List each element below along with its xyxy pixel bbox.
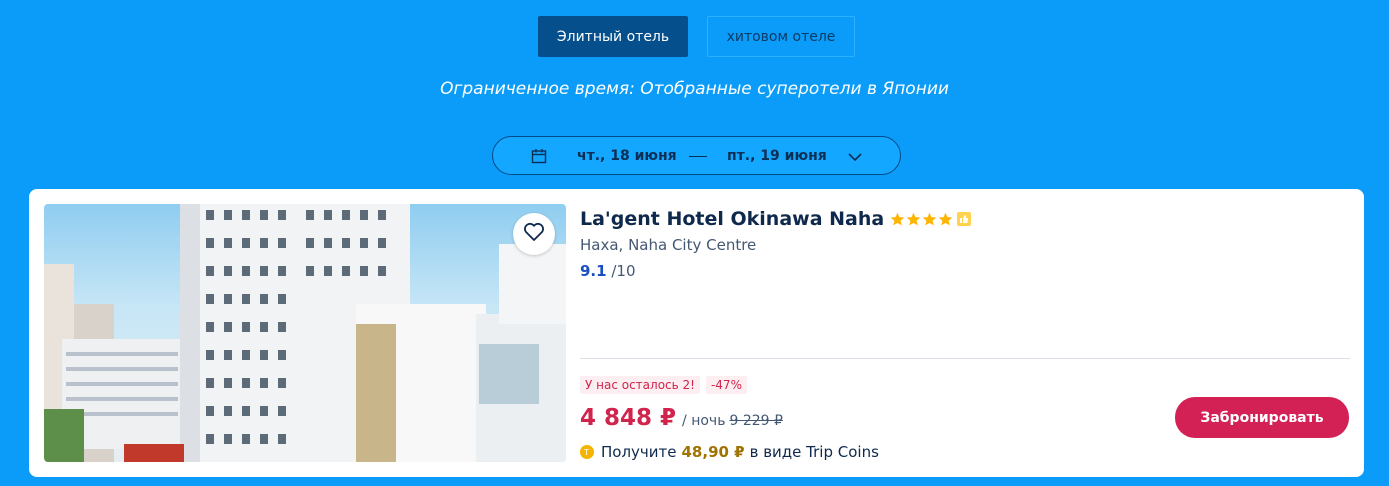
hotel-card: La'gent Hotel Okinawa Naha Наха, Naha Ci… (29, 189, 1364, 477)
hotel-type-tabs: Элитный отель хитовом отеле (0, 16, 1389, 58)
promo-subtitle: Ограниченное время: Отобранные суперотел… (440, 79, 949, 99)
star-icon (907, 212, 921, 226)
coin-icon: T (580, 445, 594, 459)
star-icon (923, 212, 937, 226)
coins-prefix: Получите (601, 443, 677, 461)
coins-suffix: в виде Trip Coins (749, 443, 879, 461)
hotel-rating: 9.1 /10 (580, 262, 1350, 280)
date-separator (689, 156, 707, 157)
svg-text:T: T (583, 448, 589, 456)
hotel-name[interactable]: La'gent Hotel Okinawa Naha (580, 208, 884, 230)
hotel-location: Наха, Naha City Centre (580, 236, 757, 254)
per-night-label: / ночь (682, 413, 726, 429)
rooms-left-badge: У нас осталось 2! (580, 376, 700, 394)
discount-badge: -47% (705, 376, 747, 394)
coins-amount: 48,90 ₽ (681, 443, 745, 461)
rating-max: /10 (611, 262, 636, 280)
checkout-date: пт., 19 июня (727, 148, 827, 164)
rating-score: 9.1 (580, 262, 607, 280)
current-price: 4 848 ₽ (580, 405, 677, 431)
tab-elite-hotel[interactable]: Элитный отель (538, 16, 688, 57)
divider (580, 358, 1350, 359)
star-icon (939, 212, 953, 226)
offer-tags: У нас осталось 2! -47% (580, 376, 747, 394)
hotel-photo[interactable] (44, 204, 566, 462)
price-row: 4 848 ₽ / ночь 9 229 ₽ (580, 405, 783, 431)
checkin-date: чт., 18 июня (577, 148, 677, 164)
trip-coins-row: T Получите 48,90 ₽ в виде Trip Coins (580, 443, 879, 461)
heart-icon (523, 222, 545, 246)
thumbs-up-icon (957, 212, 972, 226)
star-icon (891, 212, 905, 226)
tab-popular-hotel[interactable]: хитовом отеле (707, 16, 855, 57)
chevron-down-icon (847, 149, 863, 168)
calendar-icon (531, 148, 547, 168)
favorite-button[interactable] (513, 213, 555, 255)
hotel-stars (890, 212, 953, 226)
old-price: 9 229 ₽ (729, 413, 783, 429)
date-range-picker[interactable]: чт., 18 июня пт., 19 июня (492, 136, 901, 175)
book-button[interactable]: Забронировать (1175, 397, 1349, 438)
